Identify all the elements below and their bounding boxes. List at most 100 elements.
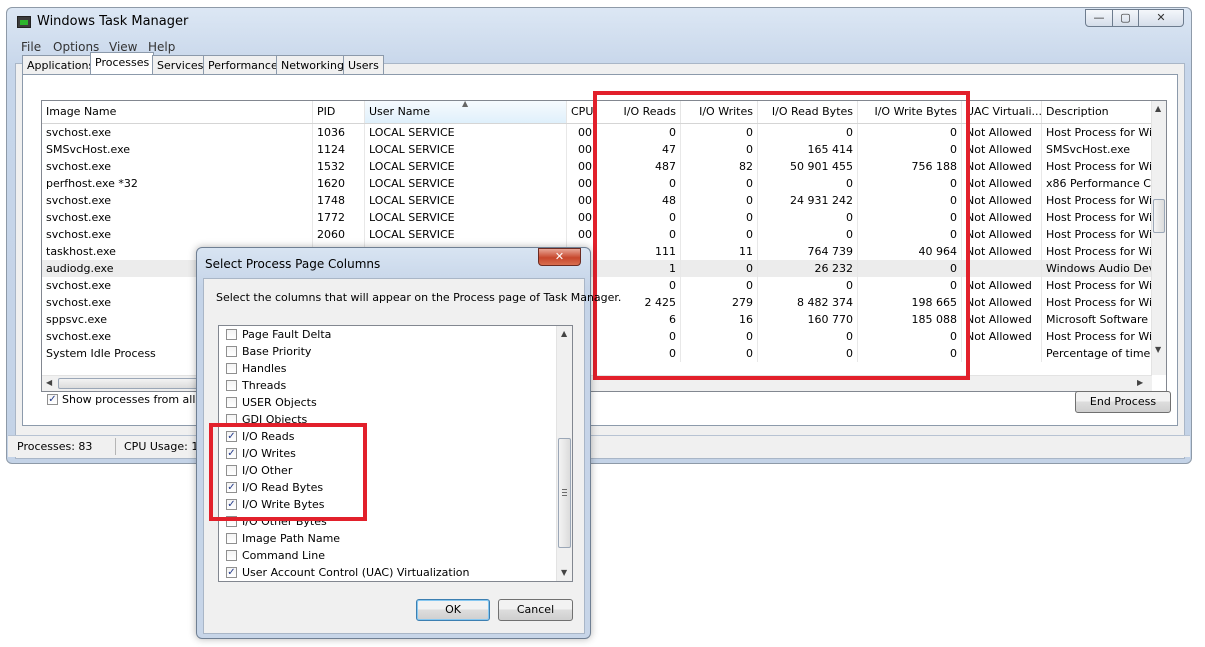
cell-uac: Not Allowed: [962, 243, 1042, 260]
cell-reads: 48: [597, 192, 681, 209]
column-option[interactable]: ✓ I/O Write Bytes: [219, 496, 554, 513]
cell-writes: 0: [681, 209, 758, 226]
scroll-grip-line: [562, 489, 567, 490]
column-option[interactable]: I/O Other Bytes: [219, 513, 554, 530]
horizontal-scroll-thumb[interactable]: [58, 378, 208, 389]
option-checkbox[interactable]: ✓: [226, 567, 237, 578]
column-option[interactable]: ✓ I/O Reads: [219, 428, 554, 445]
cell-desc: Host Process for Win: [1046, 211, 1152, 224]
cancel-button[interactable]: Cancel: [498, 599, 573, 621]
cell-desc: Host Process for Win: [1046, 194, 1152, 207]
process-row[interactable]: svchost.exe 1532 LOCAL SERVICE 00 487 82 50 90…: [42, 158, 1152, 175]
option-checkbox[interactable]: ✓: [226, 448, 237, 459]
cell-name: svchost.exe: [42, 158, 313, 175]
column-header-io-reads[interactable]: I/O Reads: [597, 101, 681, 123]
option-checkbox[interactable]: [226, 414, 237, 425]
dialog-close-button[interactable]: ✕: [538, 248, 581, 266]
options-scroll-thumb[interactable]: [558, 438, 571, 548]
column-option[interactable]: Base Priority: [219, 343, 554, 360]
scroll-down-arrow-icon[interactable]: ▼: [1155, 345, 1161, 354]
scroll-left-arrow-icon[interactable]: ◀: [46, 378, 52, 387]
option-label: I/O Writes: [242, 447, 296, 460]
column-option[interactable]: ✓ I/O Writes: [219, 445, 554, 462]
process-row[interactable]: SMSvcHost.exe 1124 LOCAL SERVICE 00 47 0 165 4…: [42, 141, 1152, 158]
option-checkbox[interactable]: [226, 397, 237, 408]
option-checkbox[interactable]: [226, 329, 237, 340]
cell-wbytes: 198 665: [858, 294, 962, 311]
column-option[interactable]: I/O Other: [219, 462, 554, 479]
scroll-grip-line: [562, 492, 567, 493]
column-option[interactable]: Image Path Name: [219, 530, 554, 547]
process-row[interactable]: svchost.exe 1036 LOCAL SERVICE 00 0 0 0 0 Not Al…: [42, 124, 1152, 141]
option-checkbox[interactable]: [226, 346, 237, 357]
column-options-scrollbar[interactable]: ▲ ▼: [556, 326, 572, 581]
close-button[interactable]: ✕: [1138, 9, 1184, 27]
process-row[interactable]: svchost.exe 2060 LOCAL SERVICE 00 0 0 0 0 Not Al…: [42, 226, 1152, 243]
status-divider: [115, 438, 116, 455]
process-row[interactable]: svchost.exe 1748 LOCAL SERVICE 00 48 0 24 931 …: [42, 192, 1152, 209]
column-option[interactable]: Command Line: [219, 547, 554, 564]
cell-pid: 1532: [313, 158, 365, 175]
option-checkbox[interactable]: ✓: [226, 482, 237, 493]
scroll-grip-line: [562, 495, 567, 496]
cell-reads: 0: [597, 345, 681, 362]
options-scroll-down-icon[interactable]: ▼: [561, 568, 567, 577]
title-bar[interactable]: Windows Task Manager: [7, 8, 1191, 36]
option-checkbox[interactable]: ✓: [226, 431, 237, 442]
minimize-button[interactable]: —: [1085, 9, 1113, 27]
column-header-io-read-bytes[interactable]: I/O Read Bytes: [758, 101, 858, 123]
column-options-list[interactable]: Page Fault Delta Base Priority Handles Thre…: [218, 325, 573, 582]
tab-performance[interactable]: Performance: [203, 55, 283, 74]
column-option[interactable]: USER Objects: [219, 394, 554, 411]
tab-processes[interactable]: Processes: [90, 52, 155, 74]
column-header-cpu[interactable]: CPU: [567, 101, 597, 123]
cell-wbytes: 0: [858, 328, 962, 345]
column-header-description[interactable]: Description: [1042, 101, 1152, 123]
option-checkbox[interactable]: [226, 516, 237, 527]
end-process-button[interactable]: End Process: [1075, 391, 1171, 413]
window-title: Windows Task Manager: [37, 14, 189, 29]
cell-writes: 11: [681, 243, 758, 260]
option-checkbox[interactable]: [226, 550, 237, 561]
cell-uac: [962, 260, 1042, 277]
ok-button[interactable]: OK: [416, 599, 490, 621]
process-row[interactable]: svchost.exe 1772 LOCAL SERVICE 00 0 0 0 0 Not Al…: [42, 209, 1152, 226]
scroll-up-arrow-icon[interactable]: ▲: [1155, 104, 1161, 113]
cell-desc: Host Process for Win: [1046, 245, 1152, 258]
column-header-uac-virtualization[interactable]: UAC Virtuali...: [962, 101, 1042, 123]
scroll-right-arrow-icon[interactable]: ▶: [1137, 378, 1143, 387]
cell-rbytes: 0: [758, 175, 858, 192]
show-all-check-icon[interactable]: ✓: [47, 394, 58, 405]
menu-file[interactable]: File: [21, 40, 41, 54]
option-checkbox[interactable]: [226, 465, 237, 476]
tab-applications[interactable]: Applications: [22, 55, 100, 74]
column-header-io-writes[interactable]: I/O Writes: [681, 101, 758, 123]
options-scroll-up-icon[interactable]: ▲: [561, 329, 567, 338]
tab-services[interactable]: Services: [152, 55, 209, 74]
option-checkbox[interactable]: [226, 380, 237, 391]
column-option[interactable]: ✓ User Account Control (UAC) Virtualizati…: [219, 564, 554, 581]
option-checkbox[interactable]: ✓: [226, 499, 237, 510]
column-header-pid[interactable]: PID: [313, 101, 365, 123]
process-list-vertical-scrollbar[interactable]: ▲ ▼: [1151, 101, 1166, 375]
column-option[interactable]: ✓ I/O Read Bytes: [219, 479, 554, 496]
cell-desc: Host Process for Win: [1046, 228, 1152, 241]
cell-wbytes: 756 188: [858, 158, 962, 175]
maximize-button[interactable]: ▢: [1112, 9, 1139, 27]
option-label: I/O Read Bytes: [242, 481, 324, 494]
column-header-image-name[interactable]: Image Name: [42, 101, 313, 123]
column-header-io-write-bytes[interactable]: I/O Write Bytes: [858, 101, 962, 123]
column-option[interactable]: Handles: [219, 360, 554, 377]
cell-desc: Host Process for Win: [1046, 160, 1152, 173]
tab-users[interactable]: Users: [343, 55, 384, 74]
vertical-scroll-thumb[interactable]: [1153, 199, 1165, 233]
option-checkbox[interactable]: [226, 533, 237, 544]
option-checkbox[interactable]: [226, 363, 237, 374]
cell-desc: Windows Audio Devic: [1046, 262, 1152, 275]
menu-bar: File Options View Help: [8, 38, 1190, 56]
column-option[interactable]: GDI Objects: [219, 411, 554, 428]
column-option[interactable]: Page Fault Delta: [219, 326, 554, 343]
process-row[interactable]: perfhost.exe *32 1620 LOCAL SERVICE 00 0 0 0 0 N…: [42, 175, 1152, 192]
column-option[interactable]: Threads: [219, 377, 554, 394]
tab-networking[interactable]: Networking: [276, 55, 349, 74]
